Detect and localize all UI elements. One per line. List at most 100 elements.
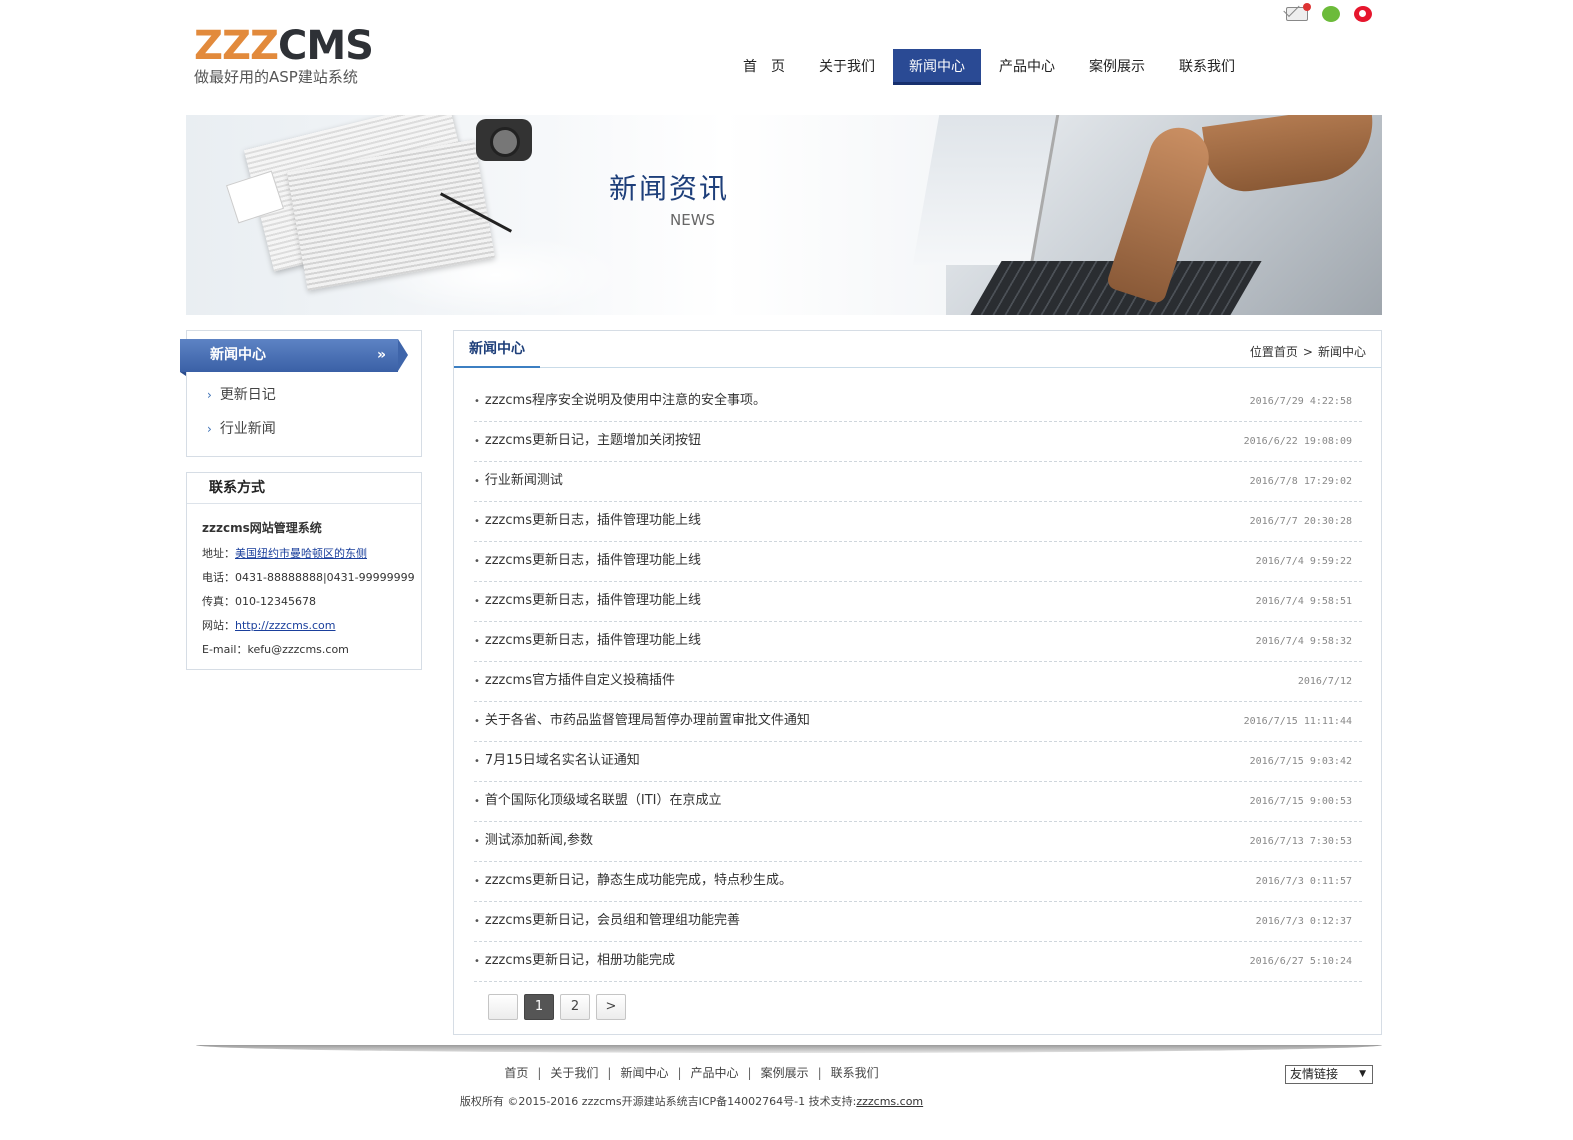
bullet-icon: • — [474, 676, 480, 687]
footer-link[interactable]: 新闻中心 — [620, 1066, 668, 1080]
pager-next-button[interactable]: > — [596, 994, 626, 1020]
contact-email: E-mail：kefu@zzzcms.com — [202, 643, 349, 656]
news-row[interactable]: • zzzcms更新日记，静态生成功能完成，特点秒生成。 2016/7/3 0:11… — [474, 862, 1362, 902]
bullet-icon: • — [474, 436, 480, 447]
news-panel-title: 新闻中心 — [454, 331, 540, 368]
footer-separator: | — [747, 1066, 752, 1080]
news-title[interactable]: • zzzcms官方插件自定义投稿插件 — [474, 662, 675, 701]
footer-link[interactable]: 关于我们 — [550, 1066, 598, 1080]
hero-banner: 新闻资讯 NEWS — [186, 115, 1382, 315]
news-row[interactable]: • 关于各省、市药品监督管理局暂停办理前置审批文件通知 2016/7/15 11:1… — [474, 702, 1362, 742]
breadcrumb-current[interactable]: 新闻中心 — [1318, 345, 1366, 359]
nav-item-products[interactable]: 产品中心 — [983, 49, 1071, 85]
news-title[interactable]: • 行业新闻测试 — [474, 462, 563, 501]
pager-page-1[interactable]: 1 — [524, 994, 554, 1020]
copyright: 版权所有 ©2015-2016 zzzcms开源建站系统吉ICP备1400276… — [459, 1095, 924, 1108]
friend-links-select[interactable]: 友情链接 — [1285, 1065, 1373, 1084]
nav-item-about[interactable]: 关于我们 — [803, 49, 891, 85]
news-row[interactable]: • zzzcms更新日记，相册功能完成 2016/6/27 5:10:24 — [474, 942, 1362, 982]
nav-item-cases[interactable]: 案例展示 — [1073, 49, 1161, 85]
chevron-right-icon: › — [207, 388, 212, 402]
footer-separator: | — [537, 1066, 542, 1080]
news-date: 2016/7/3 0:11:57 — [1255, 875, 1352, 887]
mail-icon[interactable] — [1286, 3, 1311, 21]
nav-item-news[interactable]: 新闻中心 — [893, 49, 981, 85]
news-title[interactable]: • 首个国际化顶级域名联盟（ITI）在京成立 — [474, 782, 722, 821]
news-row[interactable]: • zzzcms程序安全说明及使用中注意的安全事项。 2016/7/29 4:22:… — [474, 382, 1362, 422]
news-row[interactable]: • zzzcms更新日记，会员组和管理组功能完善 2016/7/3 0:12:37 — [474, 902, 1362, 942]
news-row[interactable]: • 7月15日域名实名认证通知 2016/7/15 9:03:42 — [474, 742, 1362, 782]
news-title[interactable]: • zzzcms更新日志，插件管理功能上线 — [474, 582, 701, 621]
news-row[interactable]: • 首个国际化顶级域名联盟（ITI）在京成立 2016/7/15 9:00:53 — [474, 782, 1362, 822]
logo-slogan: 做最好用的ASP建站系统 — [194, 68, 358, 86]
news-title[interactable]: • zzzcms更新日记，会员组和管理组功能完善 — [474, 902, 740, 941]
nav-item-home[interactable]: 首 页 — [727, 49, 801, 85]
logo-wordmark: ZZZCMS — [194, 23, 374, 69]
nav-item-contact[interactable]: 联系我们 — [1163, 49, 1251, 85]
news-row[interactable]: • zzzcms更新日志，插件管理功能上线 2016/7/4 9:58:32 — [474, 622, 1362, 662]
pager-prev-button[interactable] — [488, 994, 518, 1020]
sidebar-item-update-log[interactable]: › 更新日记 — [207, 382, 276, 416]
footer-links: 首页 | 关于我们 | 新闻中心 | 产品中心 | 案例展示 | 联系我们 — [504, 1064, 878, 1081]
chevron-right-icon: › — [207, 422, 212, 436]
address-link[interactable]: 美国纽约市曼哈顿区的东侧 — [235, 547, 367, 560]
news-title[interactable]: • zzzcms更新日记，主题增加关闭按钮 — [474, 422, 701, 461]
pager-page-2[interactable]: 2 — [560, 994, 590, 1020]
news-title[interactable]: • 测试添加新闻,参数 — [474, 822, 593, 861]
footer-link[interactable]: 联系我们 — [831, 1066, 879, 1080]
news-date: 2016/7/15 11:11:44 — [1243, 715, 1352, 727]
bullet-icon: • — [474, 876, 480, 887]
footer-separator: | — [817, 1066, 822, 1080]
site-logo[interactable]: ZZZCMS 做最好用的ASP建站系统 — [194, 23, 374, 87]
news-row[interactable]: • zzzcms官方插件自定义投稿插件 2016/7/12 — [474, 662, 1362, 702]
banner-title: 新闻资讯 — [609, 172, 730, 205]
bullet-icon: • — [474, 556, 480, 567]
news-date: 2016/7/15 9:03:42 — [1249, 755, 1352, 767]
news-title[interactable]: • zzzcms更新日记，相册功能完成 — [474, 942, 675, 981]
footer-divider — [196, 1045, 1382, 1053]
news-row[interactable]: • zzzcms更新日志，插件管理功能上线 2016/7/4 9:59:22 — [474, 542, 1362, 582]
news-row[interactable]: • 测试添加新闻,参数 2016/7/13 7:30:53 — [474, 822, 1362, 862]
news-date: 2016/7/13 7:30:53 — [1249, 835, 1352, 847]
contact-details: zzzcms网站管理系统 地址：美国纽约市曼哈顿区的东侧 电话：0431-888… — [187, 504, 421, 662]
news-date: 2016/7/4 9:58:32 — [1255, 635, 1352, 647]
news-date: 2016/7/12 — [1297, 675, 1352, 687]
breadcrumb: 位置首页 > 新闻中心 — [1249, 345, 1366, 359]
bullet-icon: • — [474, 596, 480, 607]
sidebar-item-industry-news[interactable]: › 行业新闻 — [207, 416, 276, 450]
footer-link[interactable]: 产品中心 — [691, 1066, 739, 1080]
news-row[interactable]: • zzzcms更新日志，插件管理功能上线 2016/7/7 20:30:28 — [474, 502, 1362, 542]
bullet-icon: • — [474, 956, 480, 967]
social-icons — [1286, 3, 1372, 22]
contact-phone: 电话：0431-88888888|0431-99999999 — [202, 571, 415, 584]
wechat-icon[interactable] — [1322, 6, 1340, 22]
support-link[interactable]: zzzcms.com — [856, 1095, 923, 1108]
news-title[interactable]: • zzzcms更新日记，静态生成功能完成，特点秒生成。 — [474, 862, 792, 901]
bullet-icon: • — [474, 796, 480, 807]
news-date: 2016/6/27 5:10:24 — [1249, 955, 1352, 967]
weibo-icon[interactable] — [1354, 6, 1372, 22]
news-date: 2016/7/29 4:22:58 — [1249, 395, 1352, 407]
news-title[interactable]: • zzzcms更新日志，插件管理功能上线 — [474, 542, 701, 581]
sidebar-title[interactable]: 新闻中心 » — [180, 339, 408, 376]
footer-link[interactable]: 案例展示 — [761, 1066, 809, 1080]
news-title[interactable]: • 7月15日域名实名认证通知 — [474, 742, 640, 781]
breadcrumb-home[interactable]: 首页 — [1274, 345, 1298, 359]
news-row[interactable]: • zzzcms更新日记，主题增加关闭按钮 2016/6/22 19:08:09 — [474, 422, 1362, 462]
news-row[interactable]: • zzzcms更新日志，插件管理功能上线 2016/7/4 9:58:51 — [474, 582, 1362, 622]
website-link[interactable]: http://zzzcms.com — [235, 619, 336, 632]
notification-badge — [1303, 3, 1311, 11]
news-row[interactable]: • 行业新闻测试 2016/7/8 17:29:02 — [474, 462, 1362, 502]
news-date: 2016/7/7 20:30:28 — [1249, 515, 1352, 527]
bullet-icon: • — [474, 756, 480, 767]
news-date: 2016/7/15 9:00:53 — [1249, 795, 1352, 807]
news-title[interactable]: • 关于各省、市药品监督管理局暂停办理前置审批文件通知 — [474, 702, 810, 741]
news-title[interactable]: • zzzcms更新日志，插件管理功能上线 — [474, 502, 701, 541]
news-date: 2016/7/4 9:58:51 — [1255, 595, 1352, 607]
news-date: 2016/6/22 19:08:09 — [1243, 435, 1352, 447]
bullet-icon: • — [474, 836, 480, 847]
footer-link[interactable]: 首页 — [504, 1066, 528, 1080]
contact-address: 地址：美国纽约市曼哈顿区的东侧 — [202, 547, 367, 560]
news-title[interactable]: • zzzcms程序安全说明及使用中注意的安全事项。 — [474, 382, 766, 421]
news-title[interactable]: • zzzcms更新日志，插件管理功能上线 — [474, 622, 701, 661]
